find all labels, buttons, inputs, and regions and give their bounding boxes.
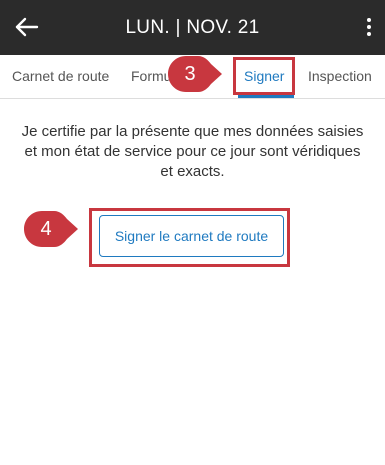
more-options-button[interactable] (361, 12, 377, 42)
highlight-box-signer-tab (233, 57, 295, 95)
more-vertical-icon-dot (367, 25, 371, 29)
certification-text: Je certifie par la présente que mes donn… (21, 123, 364, 180)
tab-formulaires[interactable]: Formu (131, 55, 171, 98)
callout-number: 3 (184, 63, 196, 85)
active-tab-indicator (238, 95, 294, 98)
page-title: LUN. | NOV. 21 (125, 17, 260, 38)
callout-number: 4 (40, 218, 52, 240)
tab-inspection[interactable]: Inspection (308, 55, 372, 98)
callout-4: 4 (24, 211, 80, 247)
sign-logbook-button[interactable]: Signer le carnet de route (99, 215, 284, 257)
app-bar: LUN. | NOV. 21 (0, 0, 385, 55)
more-vertical-icon (367, 18, 371, 22)
tab-carnet-de-route[interactable]: Carnet de route (12, 55, 109, 98)
more-vertical-icon-dot (367, 32, 371, 36)
callout-3: 3 (168, 56, 224, 92)
screen: LUN. | NOV. 21 Carnet de route Formu Sig… (0, 0, 385, 465)
